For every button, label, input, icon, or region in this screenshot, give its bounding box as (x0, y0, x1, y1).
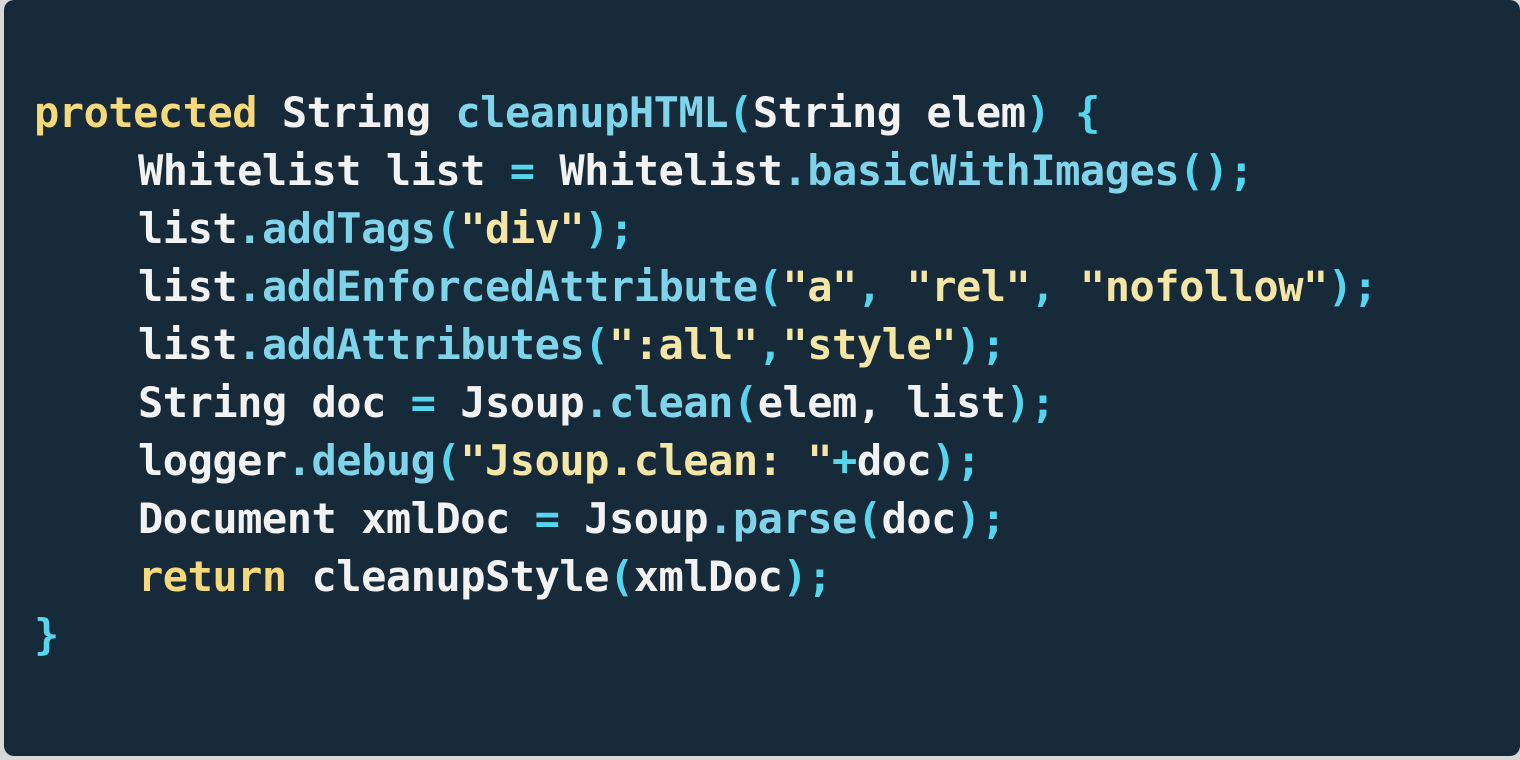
code-token: doc (881, 494, 957, 543)
code-token: protected (34, 88, 258, 137)
code-token: "rel" (906, 262, 1031, 311)
code-token: list (138, 320, 238, 369)
code-token: .clean (584, 378, 733, 427)
code-editor: protected String cleanupHTML(String elem… (4, 0, 1520, 756)
code-token: .addEnforcedAttribute (237, 262, 758, 311)
code-token: ); (1005, 378, 1056, 427)
code-token: ( (856, 494, 882, 543)
code-token: ( (732, 378, 758, 427)
code-token: ":all" (608, 320, 758, 369)
code-line: return cleanupStyle(xmlDoc); (34, 548, 1377, 606)
code-token: ( (435, 436, 461, 485)
code-token: ); (956, 320, 1006, 369)
code-token: ( (608, 552, 634, 601)
code-line: list.addAttributes(":all","style"); (34, 316, 1377, 374)
code-block[interactable]: protected String cleanupHTML(String elem… (34, 84, 1378, 664)
code-line: protected String cleanupHTML(String elem… (34, 84, 1377, 142)
code-token: "nofollow" (1079, 262, 1328, 311)
code-token: ( (435, 204, 461, 253)
code-token: ( (757, 262, 783, 311)
code-token: logger (138, 436, 287, 485)
code-line: String doc = Jsoup.clean(elem, list); (34, 374, 1377, 432)
code-token: String doc (138, 378, 411, 427)
code-line: logger.debug("Jsoup.clean: "+doc); (34, 432, 1377, 490)
code-token: ); (782, 552, 833, 601)
code-token: = (509, 146, 535, 195)
code-token: "div" (460, 204, 585, 253)
code-line: Document xmlDoc = Jsoup.parse(doc); (34, 490, 1377, 548)
code-token: ( (728, 88, 753, 137)
code-token: + (832, 436, 857, 485)
code-token: , (1030, 262, 1080, 311)
code-token: Jsoup (435, 378, 585, 427)
code-token: Whitelist (534, 146, 783, 195)
code-token: .addAttributes (237, 320, 585, 369)
code-token: ); (584, 204, 634, 253)
code-line: list.addTags("div"); (34, 200, 1377, 258)
code-line: list.addEnforcedAttribute("a", "rel", "n… (34, 258, 1378, 316)
code-token: list (138, 204, 238, 253)
code-token: .addTags (237, 204, 436, 253)
code-token: ); (931, 436, 981, 485)
code-token: cleanupStyle (286, 552, 610, 601)
code-token: xmlDoc (633, 552, 783, 601)
code-token: doc (856, 436, 932, 485)
code-line: } (34, 606, 1377, 664)
code-token: .debug (286, 436, 436, 485)
code-token: list (138, 262, 238, 311)
code-token: , (757, 320, 783, 369)
code-token: Document xmlDoc (138, 494, 535, 543)
code-token: String elem (752, 88, 1026, 137)
code-token: return (138, 552, 287, 601)
code-token: .parse (708, 494, 857, 543)
code-token: (); (1179, 146, 1254, 195)
code-token: cleanupHTML (455, 88, 729, 137)
code-token: "style" (782, 320, 956, 369)
code-token: , (856, 262, 907, 311)
code-token: ); (1327, 262, 1378, 311)
code-token: Jsoup (559, 494, 709, 543)
code-token: .basicWithImages (782, 146, 1180, 195)
code-token: = (410, 378, 436, 427)
code-token: String (257, 88, 456, 137)
code-token: "a" (782, 262, 857, 311)
code-token: "Jsoup.clean: " (460, 436, 833, 485)
code-token: elem, list (757, 378, 1006, 427)
code-token: ( (584, 320, 609, 369)
code-token: ); (955, 494, 1006, 543)
code-token: } (34, 610, 59, 659)
code-token: = (534, 494, 560, 543)
code-token: ) { (1025, 88, 1100, 137)
code-line: Whitelist list = Whitelist.basicWithImag… (34, 142, 1377, 200)
code-token: Whitelist list (138, 146, 510, 195)
